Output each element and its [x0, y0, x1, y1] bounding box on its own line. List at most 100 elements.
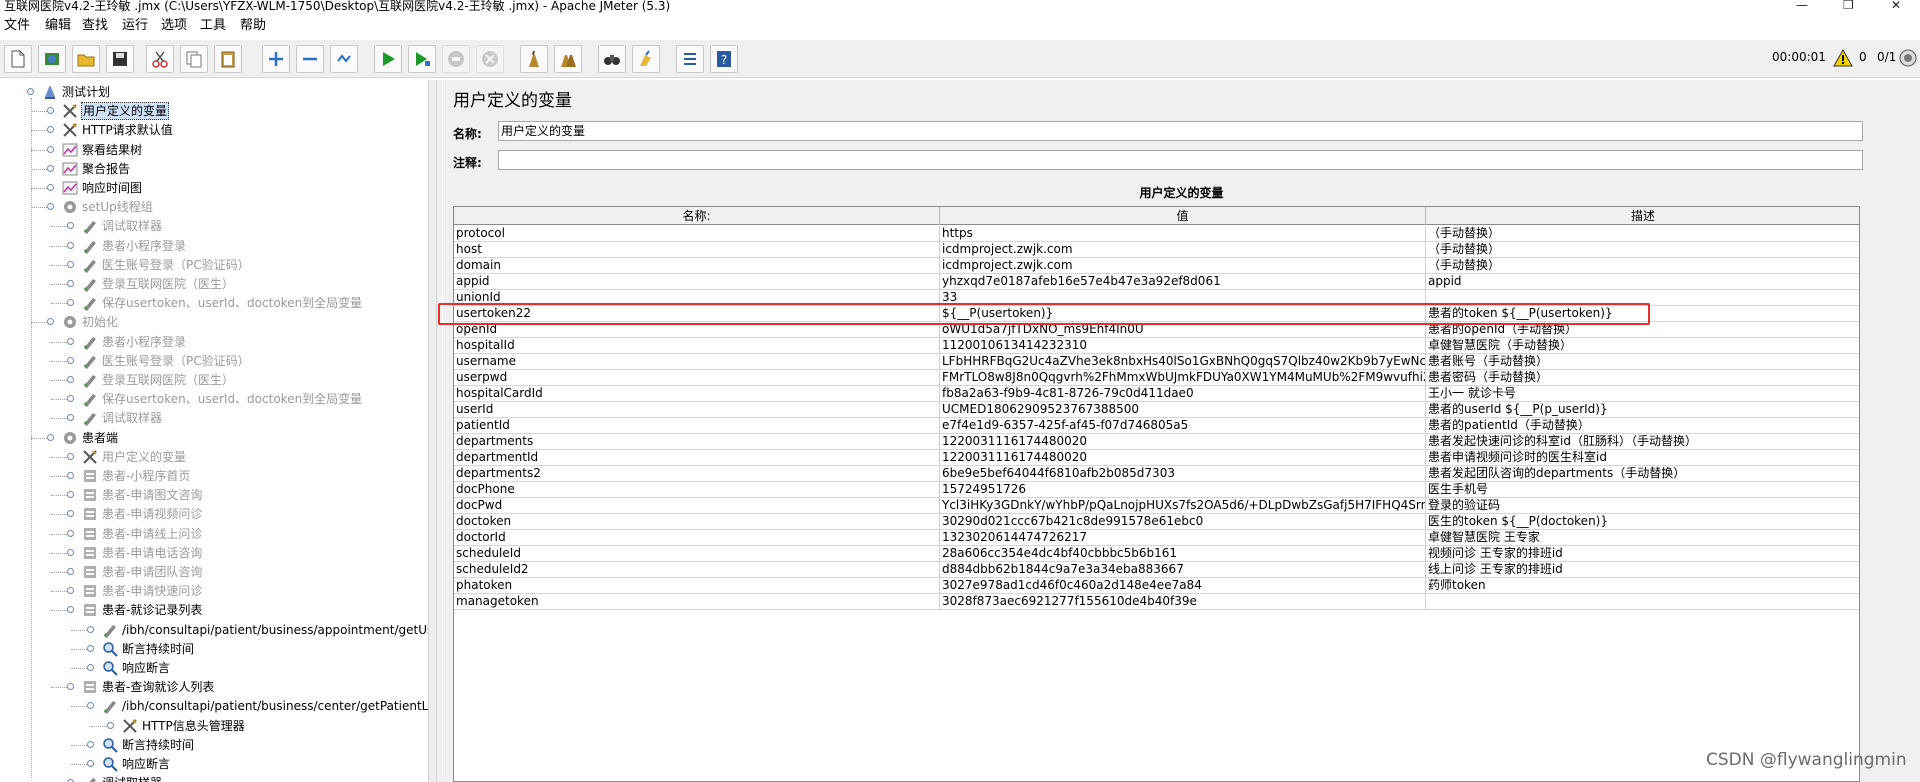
tree-node[interactable]: 患者-小程序首页: [82, 467, 191, 485]
tree-node[interactable]: 医生账号登录（PC验证码）: [82, 352, 251, 370]
tree-scrollbar[interactable]: [428, 80, 436, 782]
variable-value-cell[interactable]: 1220031116174480020: [940, 434, 1426, 450]
menu-options[interactable]: 选项: [161, 19, 187, 33]
tree-expander[interactable]: [47, 318, 54, 326]
tree-expander[interactable]: [87, 644, 94, 652]
variable-value-cell[interactable]: https: [940, 226, 1426, 242]
table-row[interactable]: domain icdmproject.zwjk.com （手动替换）: [454, 258, 1859, 274]
tree-expander[interactable]: [47, 107, 54, 115]
tree-expander[interactable]: [67, 568, 74, 575]
variable-name-cell[interactable]: docPhone: [454, 482, 940, 498]
variable-value-cell[interactable]: 1120010613414232310: [940, 338, 1426, 354]
tree-node[interactable]: 响应断言: [102, 755, 171, 773]
tree-expander[interactable]: [67, 356, 74, 364]
tree-node[interactable]: 初始化: [62, 313, 119, 331]
tree-expander[interactable]: [67, 280, 74, 287]
tree-expander[interactable]: [47, 145, 54, 153]
table-row[interactable]: departments 1220031116174480020 患者发起快速问诊的科…: [454, 434, 1859, 450]
tree-node[interactable]: 保存usertoken、userId、doctoken到全局变量: [82, 390, 363, 408]
tree-node[interactable]: setUp线程组: [62, 198, 154, 216]
variable-name-cell[interactable]: hospitalId: [454, 338, 940, 354]
expand-button[interactable]: [262, 45, 290, 73]
variable-name-cell[interactable]: managetoken: [454, 594, 940, 610]
tree-node[interactable]: HTTP请求默认值: [62, 121, 174, 139]
tree-node[interactable]: 响应断言: [102, 659, 171, 677]
toggle-button[interactable]: [330, 45, 358, 73]
variable-description-cell[interactable]: 患者发起快速问诊的科室id（肛肠科）（手动替换）: [1426, 434, 1859, 450]
variable-value-cell[interactable]: UCMED18062909523767388500: [940, 402, 1426, 418]
variable-name-cell[interactable]: protocol: [454, 226, 940, 242]
tree-expander[interactable]: [87, 625, 94, 633]
save-button[interactable]: [106, 45, 134, 73]
menu-run[interactable]: 运行: [122, 19, 148, 33]
variable-name-cell[interactable]: scheduleId2: [454, 562, 940, 578]
tree-node[interactable]: 患者小程序登录: [82, 237, 187, 255]
table-row[interactable]: phatoken 3027e978ad1cd46f0c460a2d148e4ee7…: [454, 578, 1859, 594]
menu-search[interactable]: 查找: [82, 19, 108, 33]
menu-file[interactable]: 文件: [4, 19, 30, 33]
variable-description-cell[interactable]: （手动替换）: [1426, 242, 1859, 258]
minimize-button[interactable]: —: [1796, 0, 1808, 12]
variable-description-cell[interactable]: （手动替换）: [1426, 226, 1859, 242]
table-row[interactable]: departments2 6be9e5bef64044f6810afb2b085d…: [454, 466, 1859, 482]
table-row[interactable]: userId UCMED18062909523767388500 患者的userId…: [454, 402, 1859, 418]
new-button[interactable]: [4, 45, 32, 73]
variable-name-cell[interactable]: hospitalCardId: [454, 386, 940, 402]
tree-expander[interactable]: [67, 683, 74, 691]
start-button[interactable]: [374, 45, 402, 73]
variable-description-cell[interactable]: 王小一 就诊卡号: [1426, 386, 1859, 402]
variable-value-cell[interactable]: 1323020614474726217: [940, 530, 1426, 546]
tree-node[interactable]: 患者-申请图文咨询: [82, 486, 203, 504]
variable-description-cell[interactable]: 患者密码（手动替换）: [1426, 370, 1859, 386]
shutdown-button[interactable]: [476, 45, 504, 73]
variable-name-cell[interactable]: departmentId: [454, 450, 940, 466]
table-row[interactable]: appid yhzxqd7e0187afeb16e57e4b47e3a92ef8d…: [454, 274, 1859, 290]
variable-value-cell[interactable]: 15724951726: [940, 482, 1426, 498]
variable-name-cell[interactable]: domain: [454, 258, 940, 274]
table-row[interactable]: doctoken 30290d021ccc67b421c8de991578e61e…: [454, 514, 1859, 530]
tree-node[interactable]: 患者-申请线上问诊: [82, 525, 203, 543]
table-row[interactable]: departmentId 1220031116174480020 患者申请视频问诊时…: [454, 450, 1859, 466]
tree-expander[interactable]: [67, 337, 74, 345]
collapse-button[interactable]: [296, 45, 324, 73]
table-row[interactable]: patientId e7f4e1d9-6357-425f-af45-f07d746…: [454, 418, 1859, 434]
templates-button[interactable]: [38, 45, 66, 73]
tree-expander[interactable]: [67, 548, 74, 556]
tree-expander[interactable]: [67, 491, 74, 499]
menu-tools[interactable]: 工具: [200, 19, 226, 33]
tree-expander[interactable]: [67, 260, 74, 268]
variable-description-cell[interactable]: 卓健智慧医院 王专家: [1426, 530, 1859, 546]
variable-description-cell[interactable]: 患者发起团队咨询的departments（手动替换）: [1426, 466, 1859, 482]
variable-value-cell[interactable]: icdmproject.zwjk.com: [940, 258, 1426, 274]
variable-name-cell[interactable]: scheduleId: [454, 546, 940, 562]
tree-node[interactable]: 患者小程序登录: [82, 333, 187, 351]
tree-node[interactable]: /ibh/consultapi/patient/business/center/…: [102, 697, 434, 715]
column-header-value[interactable]: 值: [940, 207, 1426, 225]
tree-expander[interactable]: [67, 395, 74, 403]
cut-button[interactable]: [146, 45, 174, 73]
copy-button[interactable]: [180, 45, 208, 73]
table-row[interactable]: hospitalCardId fb8a2a63-f9b9-4c81-8726-79…: [454, 386, 1859, 402]
variable-value-cell[interactable]: 6be9e5bef64044f6810afb2b085d7303: [940, 466, 1426, 482]
reset-search-button[interactable]: [632, 45, 660, 73]
tree-expander[interactable]: [47, 433, 54, 441]
variable-value-cell[interactable]: 1220031116174480020: [940, 450, 1426, 466]
table-row[interactable]: doctorId 1323020614474726217 卓健智慧医院 王专家: [454, 530, 1859, 546]
variable-name-cell[interactable]: doctorId: [454, 530, 940, 546]
search-button[interactable]: [598, 45, 626, 73]
variable-name-cell[interactable]: departments: [454, 434, 940, 450]
variable-name-cell[interactable]: phatoken: [454, 578, 940, 594]
variable-name-cell[interactable]: appid: [454, 274, 940, 290]
tree-node[interactable]: 调试取样器: [82, 774, 163, 782]
tree-expander[interactable]: [67, 606, 74, 614]
table-row[interactable]: scheduleId 28a606cc354e4dc4bf40cbbbc5b6b1…: [454, 546, 1859, 562]
tree-node[interactable]: 调试取样器: [82, 217, 163, 235]
tree-expander[interactable]: [47, 184, 54, 191]
variable-value-cell[interactable]: FMrTLO8w8J8n0Qqgvrh%2FhMmxWbUJmkFDUYa0XW…: [940, 370, 1426, 386]
table-row[interactable]: hospitalId 1120010613414232310 卓健智慧医院（手动替换…: [454, 338, 1859, 354]
table-row[interactable]: userpwd FMrTLO8w8J8n0Qqgvrh%2FhMmxWbUJmkF…: [454, 370, 1859, 386]
tree-node[interactable]: 患者-申请快速问诊: [82, 582, 203, 600]
tree-node[interactable]: 患者-申请团队咨询: [82, 563, 203, 581]
tree-node[interactable]: 断言持续时间: [102, 640, 195, 658]
variable-value-cell[interactable]: 30290d021ccc67b421c8de991578e61ebc0: [940, 514, 1426, 530]
